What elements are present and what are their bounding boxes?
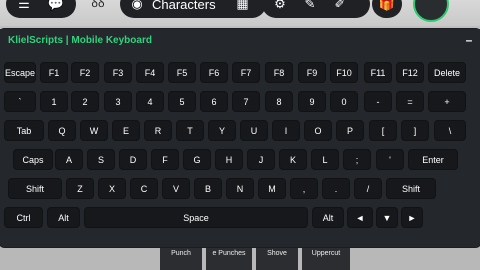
key-e[interactable]: E — [112, 120, 140, 141]
key-f6[interactable]: F6 — [200, 62, 228, 83]
key-caps[interactable]: Caps — [13, 149, 53, 170]
key-k[interactable]: K — [279, 149, 307, 170]
key-right-bracket[interactable]: ] — [401, 120, 429, 141]
key-d[interactable]: D — [119, 149, 147, 170]
key-equals[interactable]: = — [396, 91, 424, 112]
key-p[interactable]: P — [336, 120, 364, 141]
hamburger-icon[interactable]: ☰ — [12, 0, 36, 13]
emote-icon[interactable]: ✎ — [300, 0, 320, 13]
key-minus[interactable]: - — [364, 91, 392, 112]
key-o[interactable]: O — [304, 120, 332, 141]
key-h[interactable]: H — [215, 149, 243, 170]
key-c[interactable]: C — [130, 178, 158, 199]
key-r[interactable]: R — [144, 120, 172, 141]
key-backslash[interactable]: \ — [434, 120, 466, 141]
backpack-icon[interactable]: ▦ — [234, 0, 252, 12]
key-space[interactable]: Space — [84, 207, 308, 228]
key-f12[interactable]: F12 — [396, 62, 424, 83]
key-0[interactable]: 0 — [330, 91, 358, 112]
key-n[interactable]: N — [226, 178, 254, 199]
key-x[interactable]: X — [98, 178, 126, 199]
chat-icon[interactable]: 💬 — [44, 0, 68, 13]
key-period[interactable]: . — [322, 178, 350, 199]
tools-pill: ⚙ ✎ ✐ — [262, 0, 370, 18]
gear-icon[interactable]: ⚙ — [270, 0, 290, 13]
key-q[interactable]: Q — [48, 120, 76, 141]
key-right-arrow[interactable]: ► — [401, 207, 423, 228]
key-semicolon[interactable]: ; — [343, 149, 371, 170]
key-l[interactable]: L — [311, 149, 339, 170]
key-f8[interactable]: F8 — [265, 62, 293, 83]
key-5[interactable]: 5 — [168, 91, 196, 112]
key-f11[interactable]: F11 — [364, 62, 392, 83]
mobile-keyboard-window: KlielScripts | Mobile Keyboard – Escape F… — [0, 29, 480, 247]
key-b[interactable]: B — [194, 178, 222, 199]
key-f3[interactable]: F3 — [104, 62, 132, 83]
avatar[interactable] — [413, 0, 449, 22]
key-alt[interactable]: Alt — [312, 207, 344, 228]
key-4[interactable]: 4 — [136, 91, 164, 112]
key-1[interactable]: 1 — [40, 91, 68, 112]
key-plus[interactable]: + — [428, 91, 466, 112]
key-left-bracket[interactable]: [ — [369, 120, 397, 141]
key-f5[interactable]: F5 — [168, 62, 196, 83]
key-g[interactable]: G — [183, 149, 211, 170]
characters-label: Characters — [152, 0, 216, 12]
shop-pill: 🎁 — [372, 0, 402, 18]
keyboard-body: Escape F1 F2 F3 F4 F5 F6 F7 F8 F9 F10 F11 F12 Delete `… — [4, 62, 476, 245]
key-t[interactable]: T — [176, 120, 204, 141]
minimize-button[interactable]: – — [462, 32, 476, 48]
window-header[interactable]: KlielScripts | Mobile Keyboard – — [0, 29, 480, 53]
key-y[interactable]: Y — [208, 120, 236, 141]
key-3[interactable]: 3 — [104, 91, 132, 112]
key-v[interactable]: V — [162, 178, 190, 199]
key-f7[interactable]: F7 — [232, 62, 260, 83]
key-shift[interactable]: Shift — [8, 178, 62, 199]
key-shift[interactable]: Shift — [386, 178, 436, 199]
gift-icon[interactable]: 🎁 — [377, 0, 397, 13]
character-icon: ◉ — [131, 0, 143, 11]
key-f2[interactable]: F2 — [71, 62, 99, 83]
key-s[interactable]: S — [87, 149, 115, 170]
window-title: KlielScripts | Mobile Keyboard — [8, 35, 152, 46]
key-f[interactable]: F — [151, 149, 179, 170]
key-alt[interactable]: Alt — [47, 207, 80, 228]
key-a[interactable]: A — [55, 149, 83, 170]
key-f4[interactable]: F4 — [136, 62, 164, 83]
key-6[interactable]: 6 — [200, 91, 228, 112]
key-backtick[interactable]: ` — [4, 91, 36, 112]
key-down-arrow[interactable]: ▼ — [376, 207, 398, 228]
characters-pill[interactable]: ◉ Characters ▦ — [120, 0, 266, 18]
key-z[interactable]: Z — [66, 178, 94, 199]
key-9[interactable]: 9 — [298, 91, 326, 112]
key-w[interactable]: W — [80, 120, 108, 141]
key-tab[interactable]: Tab — [4, 120, 44, 141]
key-f1[interactable]: F1 — [40, 62, 68, 83]
key-delete[interactable]: Delete — [428, 62, 466, 83]
key-enter[interactable]: Enter — [408, 149, 458, 170]
key-escape[interactable]: Escape — [4, 62, 36, 83]
key-f10[interactable]: F10 — [330, 62, 358, 83]
ping-icon[interactable]: ꝺꝺ — [86, 0, 110, 10]
key-f9[interactable]: F9 — [298, 62, 326, 83]
key-ctrl[interactable]: Ctrl — [4, 207, 43, 228]
top-bar: ☰ 💬 ꝺꝺ ◉ Characters ▦ ⚙ ✎ ✐ 🎁 — [0, 0, 480, 22]
key-8[interactable]: 8 — [265, 91, 293, 112]
key-i[interactable]: I — [272, 120, 300, 141]
key-j[interactable]: J — [247, 149, 275, 170]
key-u[interactable]: U — [240, 120, 268, 141]
key-2[interactable]: 2 — [71, 91, 99, 112]
key-left-arrow[interactable]: ◄ — [347, 207, 373, 228]
key-7[interactable]: 7 — [232, 91, 260, 112]
key-comma[interactable]: , — [290, 178, 318, 199]
key-quote[interactable]: ' — [376, 149, 404, 170]
key-m[interactable]: M — [258, 178, 286, 199]
key-slash[interactable]: / — [354, 178, 382, 199]
menu-pill: ☰ 💬 — [6, 0, 76, 18]
edit-icon[interactable]: ✐ — [330, 0, 350, 13]
